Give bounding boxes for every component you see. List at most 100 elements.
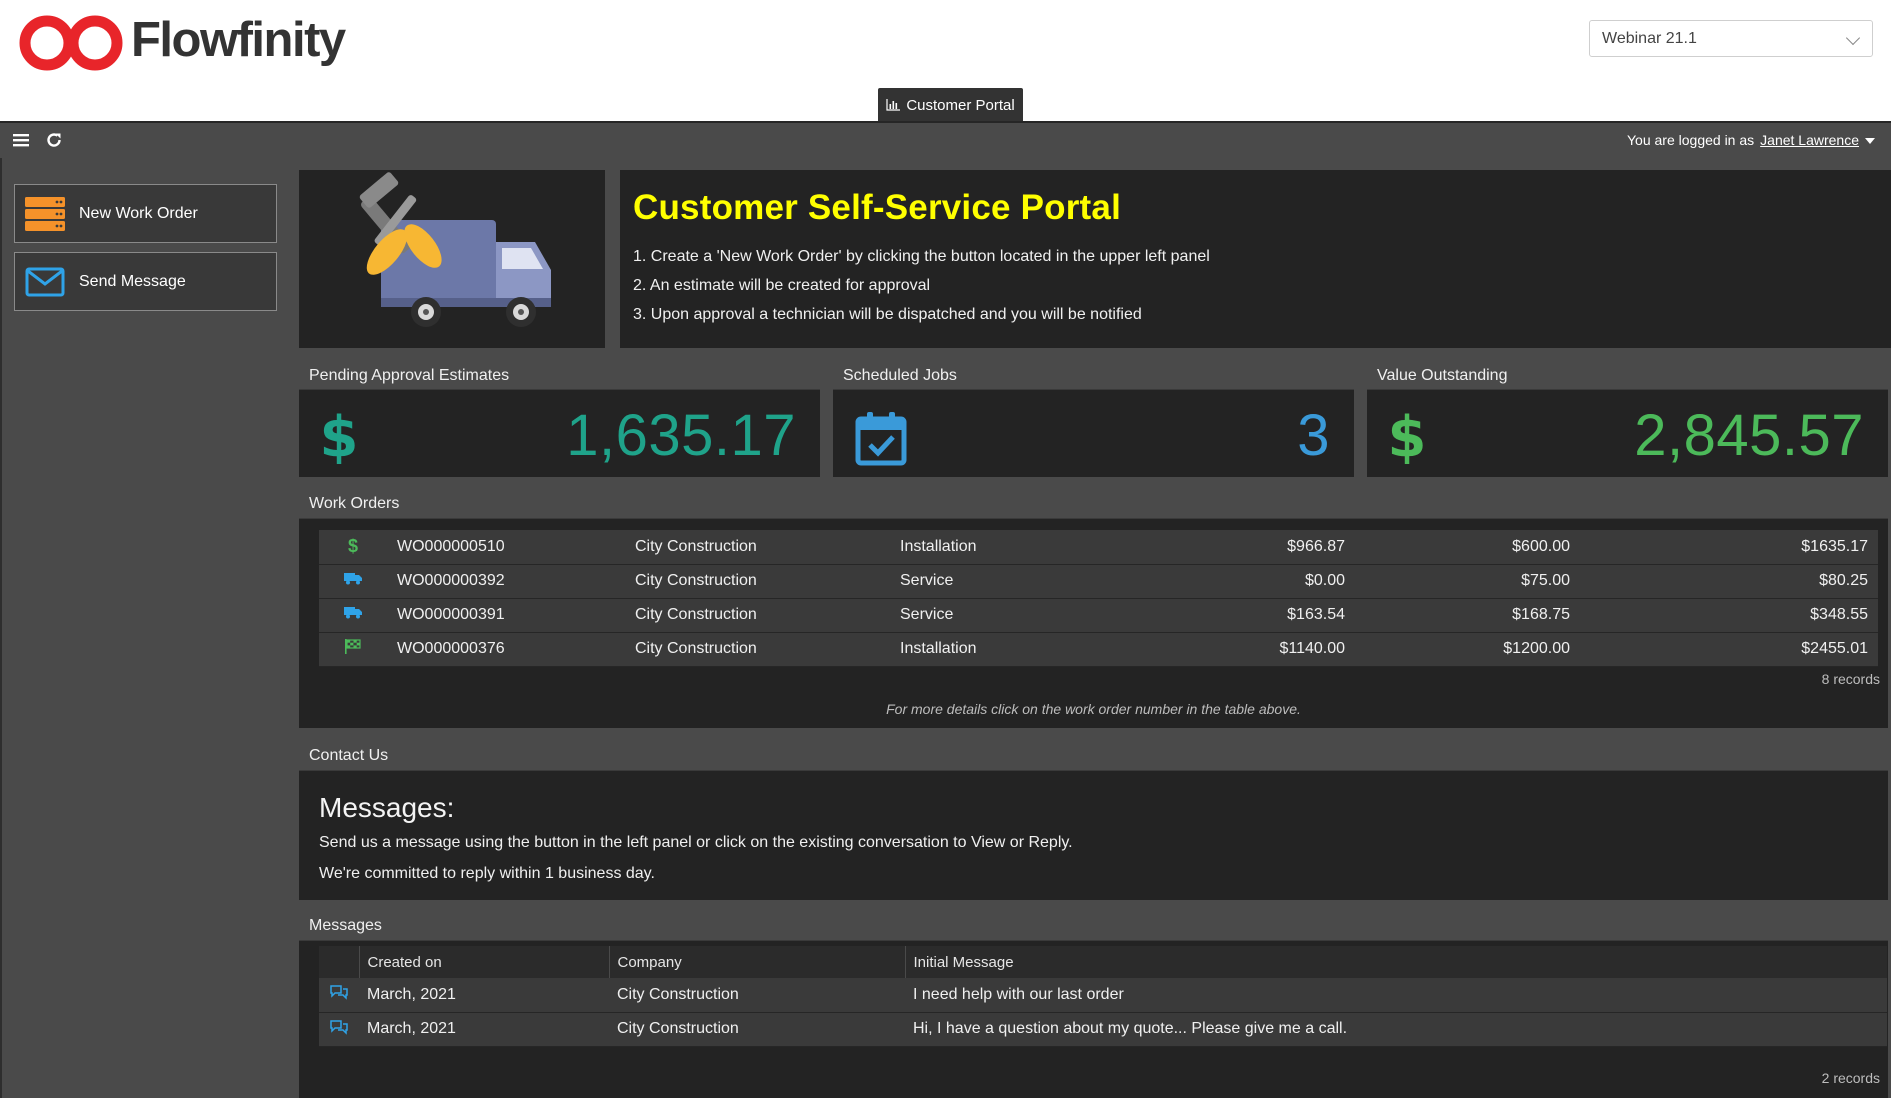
caret-down-icon[interactable] xyxy=(1865,138,1875,145)
column-header-initial-message[interactable]: Initial Message xyxy=(904,946,1887,978)
contact-us-panel: Contact Us Messages: Send us a message u… xyxy=(299,740,1888,900)
brand-name: Flowfinity xyxy=(131,13,346,67)
amount-cell: $168.75 xyxy=(1512,606,1570,623)
table-row[interactable]: WO000000391 City Construction Service $1… xyxy=(319,598,1878,632)
table-row[interactable]: WO000000376 City Construction Installati… xyxy=(319,632,1878,666)
table-row[interactable]: $ WO000000510 City Construction Installa… xyxy=(319,530,1878,564)
work-order-link[interactable]: WO000000376 xyxy=(387,632,625,666)
kpi-value: 1,635.17 xyxy=(566,403,796,468)
kpi-value-outstanding[interactable]: Value Outstanding $ 2,845.57 xyxy=(1367,360,1888,477)
created-cell: March, 2021 xyxy=(367,1020,456,1037)
work-order-link[interactable]: WO000000392 xyxy=(387,564,625,598)
type-cell: Service xyxy=(900,606,954,623)
work-order-link[interactable]: WO000000510 xyxy=(387,530,625,564)
user-menu-link[interactable]: Janet Lawrence xyxy=(1760,132,1859,148)
amount-cell: $163.54 xyxy=(1287,606,1345,623)
amount-cell: $348.55 xyxy=(1810,606,1868,623)
company-cell: City Construction xyxy=(635,640,757,657)
type-cell: Service xyxy=(900,572,954,589)
dollar-icon: $ xyxy=(347,536,358,557)
amount-cell: $80.25 xyxy=(1819,572,1868,589)
messages-panel: Messages Created on Company Initial Mess… xyxy=(299,910,1888,1098)
kpi-value: 2,845.57 xyxy=(1634,403,1864,468)
contact-info-line: We're committed to reply within 1 busine… xyxy=(319,865,655,882)
workspace-select[interactable]: Webinar 21.1 xyxy=(1589,20,1873,57)
column-header-company[interactable]: Company xyxy=(608,946,905,978)
instructions-list: 1. Create a 'New Work Order' by clicking… xyxy=(633,242,1878,329)
table-row[interactable]: March, 2021 City Construction I need hel… xyxy=(319,978,1887,1012)
contact-info-line: Send us a message using the button in th… xyxy=(319,834,1073,851)
work-orders-hint: For more details click on the work order… xyxy=(886,701,1301,717)
company-cell: City Construction xyxy=(635,537,757,555)
conversation-icon xyxy=(319,978,359,1012)
work-orders-title: Work Orders xyxy=(299,488,1888,519)
truck-icon xyxy=(319,564,387,598)
amount-cell: $600.00 xyxy=(1512,537,1570,555)
envelope-icon xyxy=(23,262,67,302)
truck-with-tools-icon xyxy=(359,172,551,327)
company-cell: City Construction xyxy=(617,1020,739,1037)
flowfinity-logo-icon xyxy=(19,15,123,71)
kpi-value: 3 xyxy=(1297,403,1330,468)
table-row[interactable]: WO000000392 City Construction Service $0… xyxy=(319,564,1878,598)
work-order-link[interactable]: WO000000391 xyxy=(387,598,625,632)
top-header: Flowfinity Webinar 21.1 Customer Portal xyxy=(0,0,1891,122)
kpi-pending-approval[interactable]: Pending Approval Estimates $ 1,635.17 xyxy=(299,360,820,477)
login-info: You are logged in as Janet Lawrence xyxy=(1627,132,1875,148)
work-orders-table: $ WO000000510 City Construction Installa… xyxy=(319,530,1878,667)
messages-record-count: 2 records xyxy=(1821,1070,1880,1086)
main-content: Customer Self-Service Portal 1. Create a… xyxy=(288,158,1891,1098)
amount-cell: $1140.00 xyxy=(1279,640,1345,657)
checkered-flag-icon xyxy=(319,632,387,666)
calendar-check-icon xyxy=(855,410,907,471)
amount-cell: $1200.00 xyxy=(1503,640,1570,657)
svg-text:$: $ xyxy=(321,408,357,464)
message-cell: I need help with our last order xyxy=(913,985,1124,1003)
company-cell: City Construction xyxy=(635,572,757,589)
server-stack-icon xyxy=(23,194,67,234)
new-work-order-button[interactable]: New Work Order xyxy=(14,184,277,243)
table-row[interactable]: March, 2021 City Construction Hi, I have… xyxy=(319,1012,1887,1046)
kpi-title: Pending Approval Estimates xyxy=(299,360,820,390)
chevron-down-icon xyxy=(1845,30,1861,46)
new-work-order-label: New Work Order xyxy=(79,204,198,222)
send-message-label: Send Message xyxy=(79,272,186,290)
svg-text:$: $ xyxy=(1389,408,1425,464)
instruction-step: 3. Upon approval a technician will be di… xyxy=(633,306,1142,323)
kpi-title: Scheduled Jobs xyxy=(833,360,1354,390)
workspace-select-value: Webinar 21.1 xyxy=(1602,30,1697,47)
login-prefix: You are logged in as xyxy=(1627,132,1755,148)
dollar-icon: $ xyxy=(320,405,359,470)
truck-icon xyxy=(319,598,387,632)
toolbar: You are logged in as Janet Lawrence xyxy=(0,121,1891,158)
work-orders-panel: Work Orders $ WO000000510 City Construct… xyxy=(299,488,1888,728)
left-panel: New Work Order Send Message xyxy=(0,158,288,1098)
created-cell: March, 2021 xyxy=(367,985,456,1003)
page-title: Customer Self-Service Portal xyxy=(633,188,1121,227)
bar-chart-icon xyxy=(886,99,901,111)
kpi-title: Value Outstanding xyxy=(1367,360,1888,390)
type-cell: Installation xyxy=(900,537,977,555)
tab-customer-portal[interactable]: Customer Portal xyxy=(878,88,1023,122)
send-message-button[interactable]: Send Message xyxy=(14,252,277,311)
instruction-step: 1. Create a 'New Work Order' by clicking… xyxy=(633,248,1210,265)
tab-customer-portal-label: Customer Portal xyxy=(906,96,1015,114)
refresh-icon[interactable] xyxy=(43,129,65,151)
hero-text-panel: Customer Self-Service Portal 1. Create a… xyxy=(620,170,1891,348)
contact-us-title: Contact Us xyxy=(299,740,1888,771)
company-cell: City Construction xyxy=(617,985,739,1003)
hamburger-menu-icon[interactable] xyxy=(10,129,32,151)
hero-image-panel xyxy=(299,170,605,348)
icon-column-header xyxy=(319,946,359,978)
amount-cell: $75.00 xyxy=(1521,572,1570,589)
instruction-step: 2. An estimate will be created for appro… xyxy=(633,277,931,294)
conversation-icon xyxy=(319,1012,359,1046)
messages-title: Messages xyxy=(299,910,1888,941)
kpi-scheduled-jobs[interactable]: Scheduled Jobs 3 xyxy=(833,360,1354,477)
brand-logo: Flowfinity xyxy=(18,13,346,72)
amount-cell: $2455.01 xyxy=(1801,640,1868,657)
work-orders-record-count: 8 records xyxy=(1821,671,1880,687)
type-cell: Installation xyxy=(900,640,977,657)
dollar-icon: $ xyxy=(1388,405,1427,470)
column-header-created-on[interactable]: Created on xyxy=(358,946,609,978)
